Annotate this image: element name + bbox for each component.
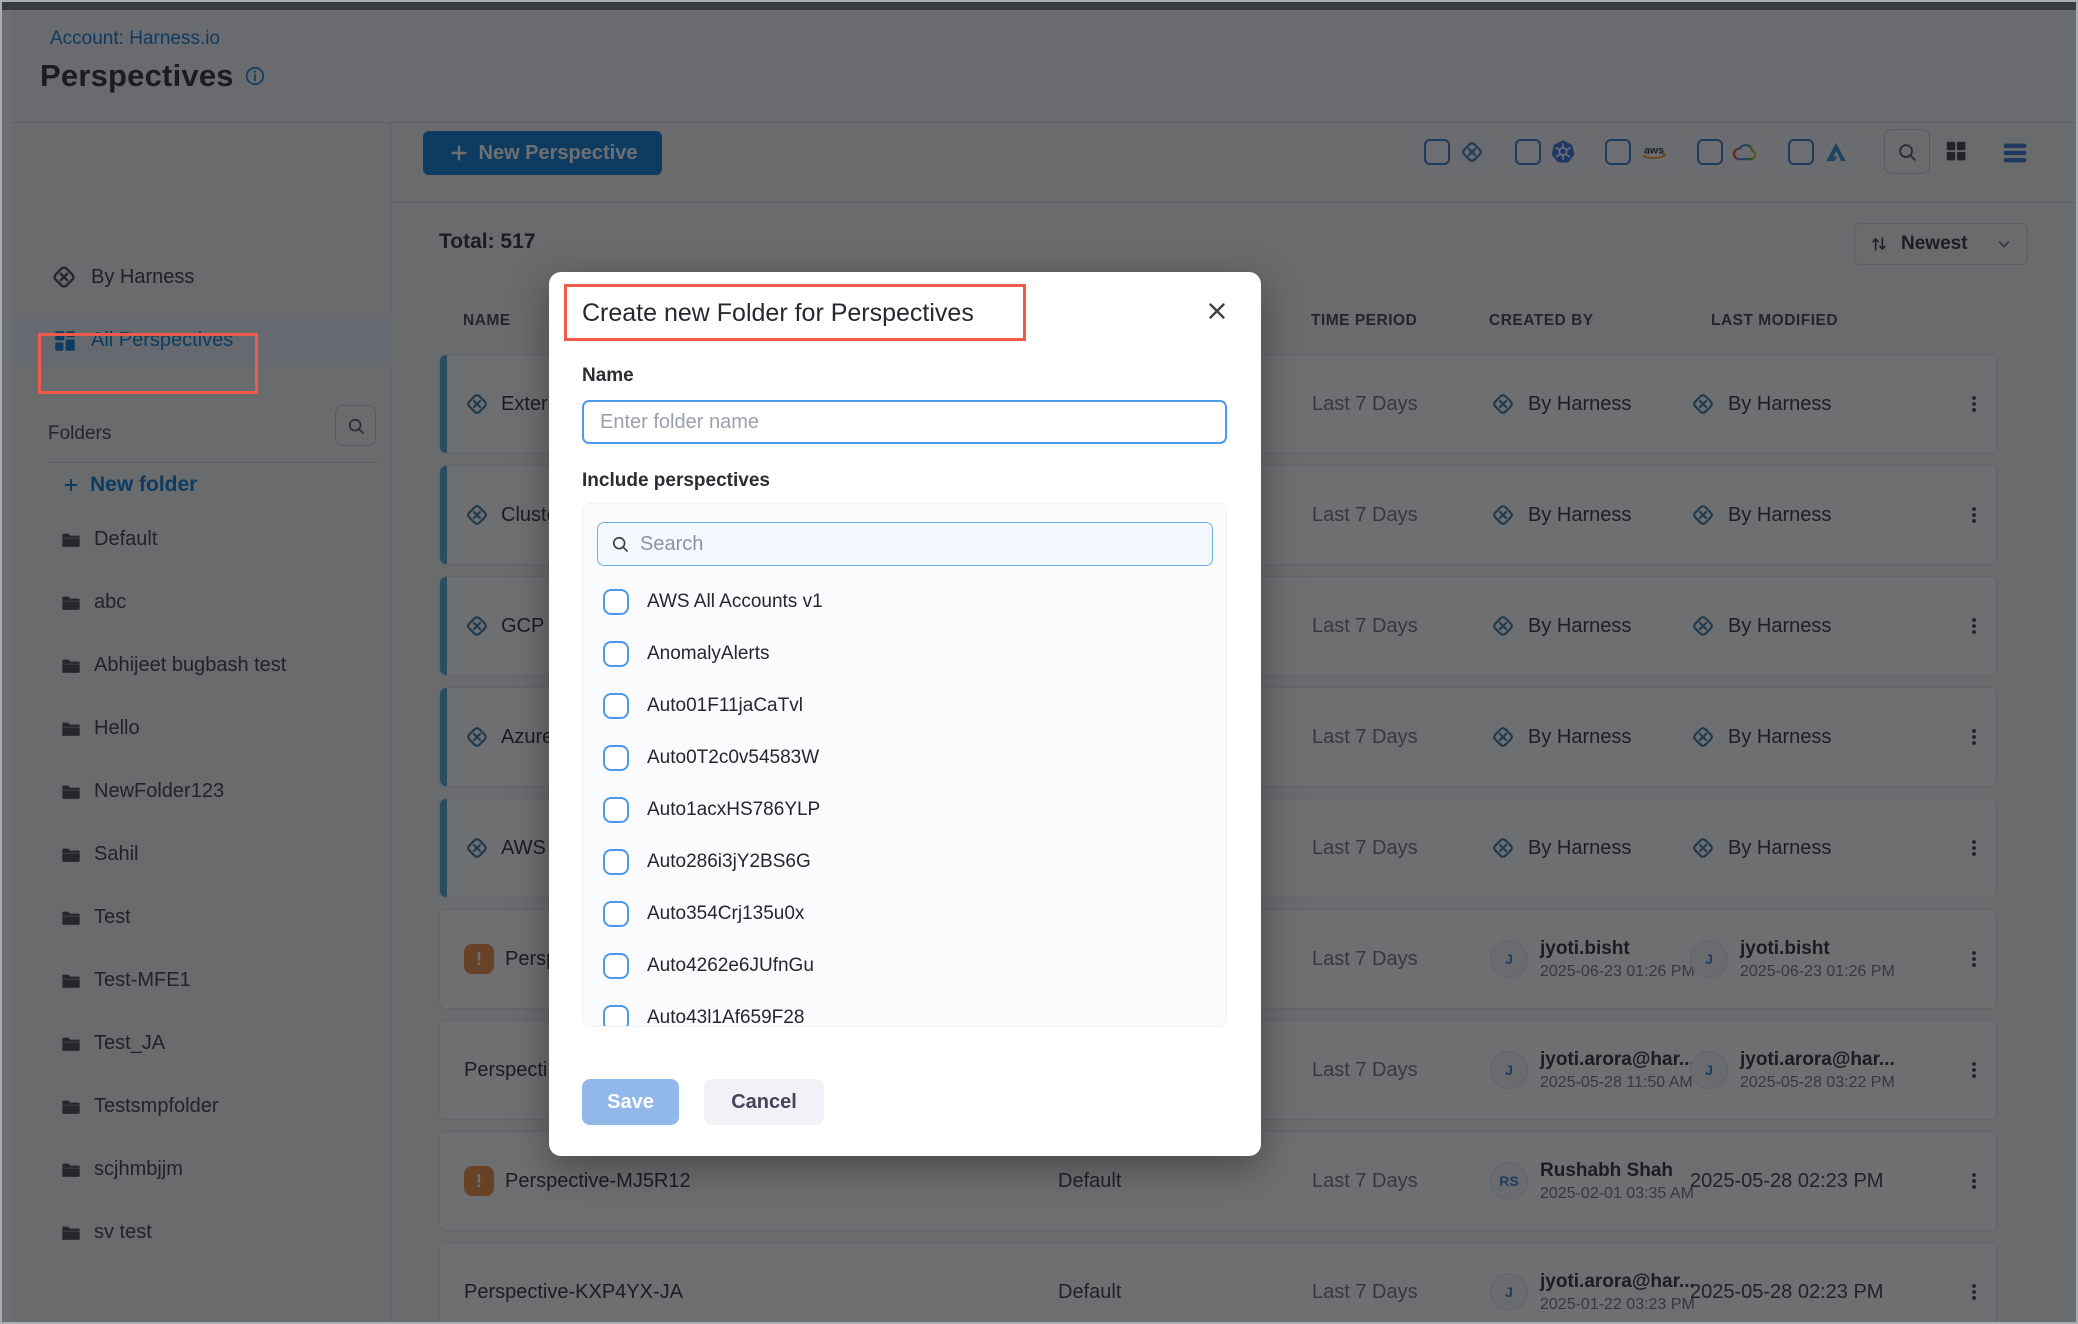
- perspective-checkbox[interactable]: [603, 745, 629, 771]
- perspective-list-item: Auto286i3jY2BS6G: [583, 836, 1226, 888]
- perspective-list-item: Auto01F11jaCaTvl: [583, 680, 1226, 732]
- perspective-list-item: AWS All Accounts v1: [583, 576, 1226, 628]
- perspective-list-item: AnomalyAlerts: [583, 628, 1226, 680]
- perspective-checkbox[interactable]: [603, 589, 629, 615]
- perspective-search-input[interactable]: [640, 533, 1200, 556]
- perspective-checkbox[interactable]: [603, 953, 629, 979]
- perspective-list-item: Auto354Crj135u0x: [583, 888, 1226, 940]
- perspective-label: Auto4262e6JUfnGu: [647, 955, 814, 977]
- perspective-checkbox[interactable]: [603, 797, 629, 823]
- perspective-label: AWS All Accounts v1: [647, 591, 823, 613]
- modal-search-box: [597, 522, 1213, 566]
- perspective-label: Auto01F11jaCaTvl: [647, 695, 803, 717]
- perspective-label: Auto286i3jY2BS6G: [647, 851, 811, 873]
- modal-title: Create new Folder for Perspectives: [582, 299, 974, 328]
- perspective-checkbox[interactable]: [603, 693, 629, 719]
- perspective-label: Auto1acxHS786YLP: [647, 799, 820, 821]
- screen: Account: Harness.io Perspectives By Harn…: [0, 0, 2078, 1324]
- perspective-checkbox-list: AWS All Accounts v1 AnomalyAlerts Auto01F1…: [583, 576, 1226, 1027]
- perspective-label: Auto354Crj135u0x: [647, 903, 804, 925]
- perspective-checkbox[interactable]: [603, 901, 629, 927]
- perspective-checkbox[interactable]: [603, 1005, 629, 1027]
- perspectives-panel: AWS All Accounts v1 AnomalyAlerts Auto01F1…: [582, 503, 1227, 1027]
- save-button[interactable]: Save: [582, 1079, 679, 1125]
- include-perspectives-label: Include perspectives: [582, 470, 770, 492]
- perspective-label: Auto43l1Af659F28: [647, 1007, 804, 1027]
- close-icon[interactable]: [1204, 298, 1230, 324]
- perspective-label: Auto0T2c0v54583W: [647, 747, 819, 769]
- perspective-label: AnomalyAlerts: [647, 643, 770, 665]
- create-folder-modal: Create new Folder for Perspectives Name …: [549, 272, 1261, 1156]
- perspective-list-item: Auto1acxHS786YLP: [583, 784, 1226, 836]
- search-icon: [610, 534, 630, 554]
- perspective-checkbox[interactable]: [603, 641, 629, 667]
- perspective-list-item: Auto43l1Af659F28: [583, 992, 1226, 1027]
- perspective-list-item: Auto4262e6JUfnGu: [583, 940, 1226, 992]
- cancel-button[interactable]: Cancel: [704, 1079, 824, 1125]
- folder-name-input[interactable]: [582, 400, 1227, 444]
- perspective-list-item: Auto0T2c0v54583W: [583, 732, 1226, 784]
- perspective-checkbox[interactable]: [603, 849, 629, 875]
- name-field-label: Name: [582, 365, 634, 387]
